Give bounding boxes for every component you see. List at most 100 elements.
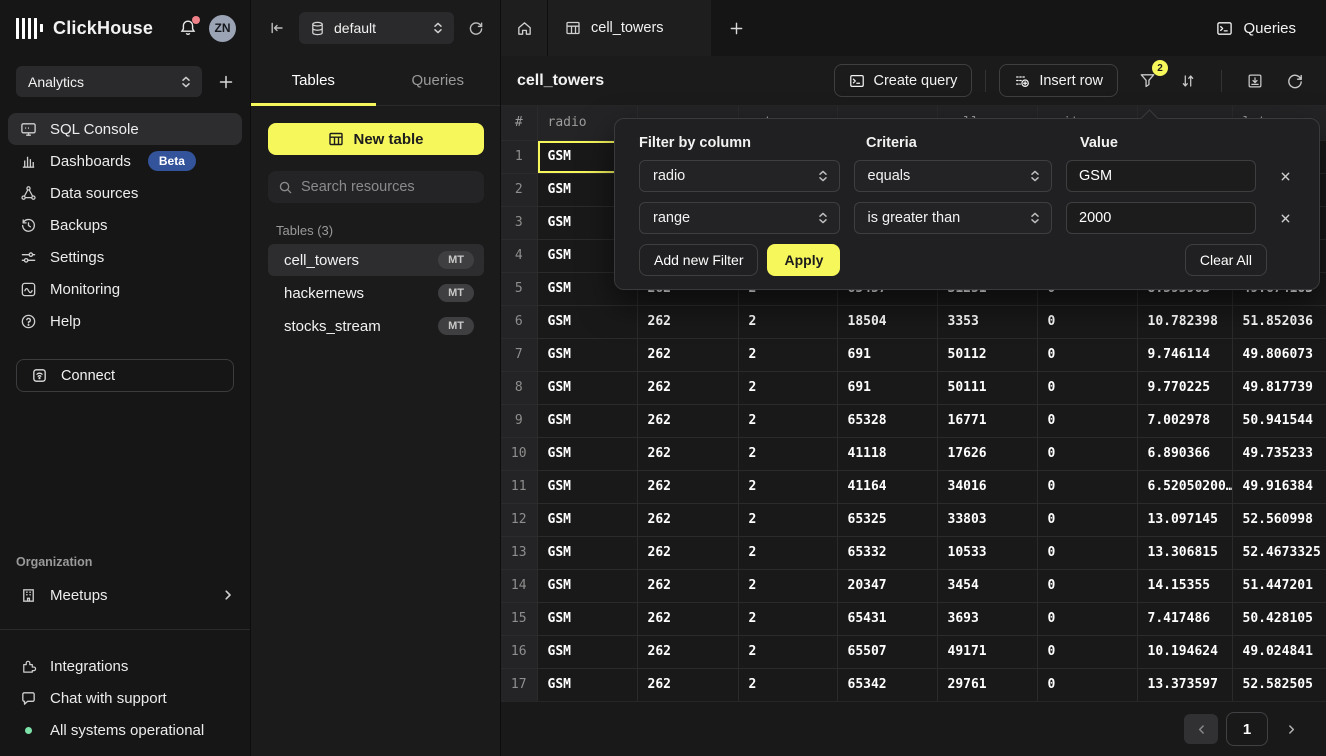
table-list-item-stocks-stream[interactable]: stocks_stream MT [268,310,484,342]
create-query-button[interactable]: Create query [834,64,973,97]
grid-cell[interactable]: 0 [1037,371,1137,404]
grid-cell[interactable]: 34016 [937,470,1037,503]
grid-cell[interactable]: 0 [1037,536,1137,569]
pagination-next-button[interactable] [1276,714,1306,744]
grid-cell[interactable]: 7.002978 [1137,404,1232,437]
row-number[interactable]: 5 [501,272,537,305]
grid-cell[interactable]: 262 [637,404,738,437]
grid-cell[interactable]: 0 [1037,338,1137,371]
grid-cell[interactable]: 13.097145 [1137,503,1232,536]
filter-button[interactable]: 2 [1134,67,1161,94]
row-number[interactable]: 1 [501,140,537,173]
grid-cell[interactable]: 14.15355 [1137,569,1232,602]
grid-cell[interactable]: 262 [637,668,738,701]
row-number[interactable]: 17 [501,668,537,701]
grid-cell[interactable]: 50.941544 [1232,404,1326,437]
filter-column-select[interactable]: range [639,202,840,234]
grid-cell[interactable]: 13.373597 [1137,668,1232,701]
grid-cell[interactable]: 262 [637,602,738,635]
sidebar-item-backups[interactable]: Backups [8,209,242,241]
grid-cell[interactable]: 10.194624 [1137,635,1232,668]
filter-criteria-select[interactable]: is greater than [854,202,1053,234]
filter-criteria-select[interactable]: equals [854,160,1053,192]
grid-cell[interactable]: 0 [1037,602,1137,635]
grid-cell[interactable]: GSM [537,338,637,371]
row-number[interactable]: 16 [501,635,537,668]
grid-cell[interactable]: 17626 [937,437,1037,470]
queries-button[interactable]: Queries [1202,0,1326,56]
grid-cell[interactable]: GSM [537,635,637,668]
grid-cell[interactable]: 3454 [937,569,1037,602]
grid-cell[interactable]: 0 [1037,404,1137,437]
tab-queries[interactable]: Queries [376,56,501,105]
grid-cell[interactable]: 3693 [937,602,1037,635]
grid-cell[interactable]: 2 [738,668,837,701]
grid-cell[interactable]: 2 [738,470,837,503]
clear-all-button[interactable]: Clear All [1185,244,1267,276]
grid-cell[interactable]: 3353 [937,305,1037,338]
grid-cell[interactable]: GSM [537,503,637,536]
grid-cell[interactable]: 13.306815 [1137,536,1232,569]
sidebar-item-chat-support[interactable]: Chat with support [8,682,242,714]
sidebar-item-meetups[interactable]: Meetups [8,579,242,611]
grid-cell[interactable]: 262 [637,536,738,569]
collapse-panel-icon[interactable] [269,20,285,36]
table-list-item-cell-towers[interactable]: cell_towers MT [268,244,484,276]
sidebar-item-data-sources[interactable]: Data sources [8,177,242,209]
grid-cell[interactable]: 262 [637,338,738,371]
grid-cell[interactable]: 2 [738,503,837,536]
grid-cell[interactable]: 51.852036 [1232,305,1326,338]
sidebar-item-sql-console[interactable]: SQL Console [8,113,242,145]
grid-cell[interactable]: 0 [1037,305,1137,338]
grid-cell[interactable]: 50.428105 [1232,602,1326,635]
row-number[interactable]: 7 [501,338,537,371]
grid-cell[interactable]: 10.782398 [1137,305,1232,338]
remove-filter-button[interactable] [1276,167,1295,186]
row-number[interactable]: 15 [501,602,537,635]
grid-cell[interactable]: 20347 [837,569,937,602]
grid-cell[interactable]: 6.890366 [1137,437,1232,470]
refresh-tables-icon[interactable] [468,20,484,36]
grid-cell[interactable]: 2 [738,569,837,602]
avatar[interactable]: ZN [209,15,236,42]
workspace-select[interactable]: Analytics [16,66,202,97]
row-number-header[interactable]: # [501,106,537,140]
home-tab[interactable] [501,0,548,56]
new-table-button[interactable]: New table [268,123,484,155]
grid-cell[interactable]: 65325 [837,503,937,536]
grid-cell[interactable]: 0 [1037,635,1137,668]
grid-cell[interactable]: 65332 [837,536,937,569]
grid-cell[interactable]: 50111 [937,371,1037,404]
grid-cell[interactable]: 29761 [937,668,1037,701]
grid-cell[interactable]: 49.817739 [1232,371,1326,404]
grid-cell[interactable]: 52.560998 [1232,503,1326,536]
grid-cell[interactable]: 262 [637,305,738,338]
insert-row-button[interactable]: Insert row [999,64,1118,97]
grid-cell[interactable]: 49.806073 [1232,338,1326,371]
remove-filter-button[interactable] [1276,209,1295,228]
grid-cell[interactable]: GSM [537,437,637,470]
grid-cell[interactable]: 18504 [837,305,937,338]
grid-cell[interactable]: 691 [837,338,937,371]
grid-cell[interactable]: 16771 [937,404,1037,437]
grid-cell[interactable]: 2 [738,635,837,668]
connect-button[interactable]: Connect [16,359,234,392]
grid-cell[interactable]: 50112 [937,338,1037,371]
row-number[interactable]: 14 [501,569,537,602]
grid-cell[interactable]: 262 [637,635,738,668]
grid-cell[interactable]: 2 [738,404,837,437]
grid-cell[interactable]: 7.417486 [1137,602,1232,635]
row-number[interactable]: 11 [501,470,537,503]
sidebar-item-monitoring[interactable]: Monitoring [8,273,242,305]
row-number[interactable]: 6 [501,305,537,338]
sidebar-item-dashboards[interactable]: Dashboards Beta [8,145,242,177]
grid-cell[interactable]: 262 [637,437,738,470]
grid-cell[interactable]: GSM [537,569,637,602]
add-filter-button[interactable]: Add new Filter [639,244,758,276]
grid-cell[interactable]: 65507 [837,635,937,668]
grid-cell[interactable]: 65431 [837,602,937,635]
table-list-item-hackernews[interactable]: hackernews MT [268,277,484,309]
row-number[interactable]: 10 [501,437,537,470]
grid-cell[interactable]: GSM [537,668,637,701]
grid-cell[interactable]: 262 [637,569,738,602]
